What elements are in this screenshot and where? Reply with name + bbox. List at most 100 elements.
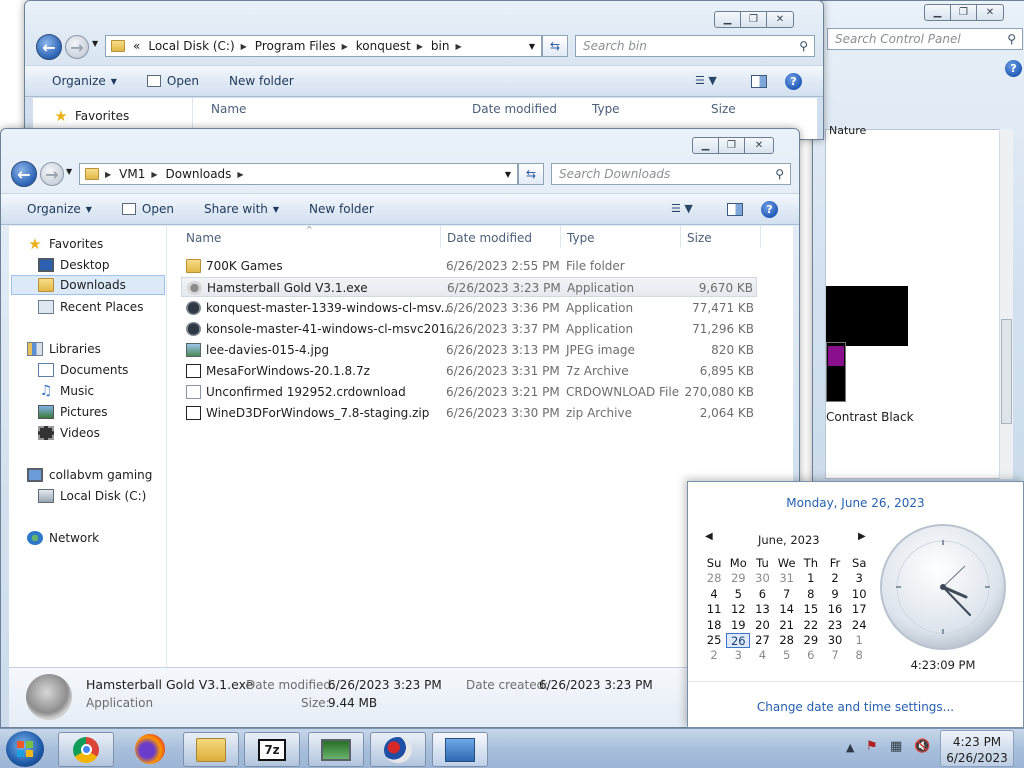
explorer-taskbar-button[interactable]	[183, 732, 239, 767]
breadcrumb-bin[interactable]: bin	[431, 39, 450, 53]
calendar-day[interactable]: 8	[847, 648, 871, 663]
calendar-day[interactable]: 7	[823, 648, 847, 663]
calendar-day[interactable]: 10	[847, 587, 871, 602]
column-header-name[interactable]: Name	[211, 102, 246, 116]
calendar-day[interactable]: 6	[799, 648, 823, 663]
column-header-size[interactable]: Size	[711, 102, 736, 116]
calendar-day[interactable]: 19	[726, 618, 750, 633]
month-year-title[interactable]: June, 2023	[758, 533, 820, 547]
action-center-flag-icon[interactable]: ⚑	[866, 739, 878, 754]
calendar-day[interactable]: 14	[775, 602, 799, 617]
chevron-right-icon[interactable]: ▶	[105, 170, 111, 179]
help-icon[interactable]: ?	[761, 201, 778, 218]
calendar-day[interactable]: 3	[847, 571, 871, 586]
control-panel-search-input[interactable]: Search Control Panel ⚲	[827, 28, 1023, 50]
open-button[interactable]: Open	[146, 74, 199, 88]
chrome-taskbar-button[interactable]	[58, 732, 114, 767]
breadcrumb-program-files[interactable]: Program Files	[255, 39, 336, 53]
calendar-day[interactable]: 17	[847, 602, 871, 617]
close-button[interactable]: ✕	[766, 11, 794, 28]
search-input[interactable]: Search bin ⚲	[575, 35, 815, 57]
nav-local-disk[interactable]: Local Disk (C:)	[38, 486, 146, 506]
view-options-icon[interactable]: ☰ ▼	[671, 202, 693, 215]
7zip-taskbar-button[interactable]: 7z	[244, 732, 300, 767]
organize-button[interactable]: Organize ▼	[52, 74, 117, 88]
calendar-day[interactable]: 31	[775, 571, 799, 586]
back-button[interactable]: ←	[11, 161, 37, 187]
calendar-day[interactable]: 9	[823, 587, 847, 602]
calendar-day[interactable]: 1	[847, 633, 871, 648]
calendar-day[interactable]: 4	[702, 587, 726, 602]
calendar-day[interactable]: 26	[726, 632, 751, 649]
nav-music[interactable]: ♫ Music	[38, 381, 94, 401]
close-button[interactable]: ✕	[976, 4, 1004, 21]
calendar-day[interactable]: 21	[775, 618, 799, 633]
nav-pictures[interactable]: Pictures	[38, 402, 108, 422]
calendar-day[interactable]: 12	[726, 602, 750, 617]
close-button[interactable]: ✕	[744, 137, 774, 154]
paint-app-taskbar-button[interactable]	[370, 732, 426, 767]
back-button[interactable]: ←	[36, 34, 62, 60]
calendar-day[interactable]: 18	[702, 618, 726, 633]
column-header-size[interactable]: Size	[687, 231, 712, 245]
file-row[interactable]: konsole-master-41-windows-cl-msvc201... 6…	[181, 319, 757, 339]
breadcrumb-konquest[interactable]: konquest	[356, 39, 411, 53]
maximize-button[interactable]: ❐	[718, 137, 745, 154]
network-status-icon[interactable]: ▦	[890, 739, 902, 754]
preview-pane-icon[interactable]	[727, 203, 743, 216]
nav-recent-places[interactable]: Recent Places	[38, 297, 143, 317]
calendar-day[interactable]: 20	[750, 618, 774, 633]
calendar-day[interactable]: 2	[702, 648, 726, 663]
nav-desktop[interactable]: Desktop	[38, 255, 110, 275]
calendar-day[interactable]: 5	[726, 587, 750, 602]
nav-favorites[interactable]: ★ Favorites	[53, 106, 129, 126]
volume-muted-icon[interactable]: 🔇	[914, 739, 930, 754]
calendar-day[interactable]: 6	[750, 587, 774, 602]
minimize-button[interactable]: ▁	[924, 4, 951, 21]
help-icon[interactable]: ?	[1005, 60, 1022, 77]
column-header-date[interactable]: Date modified	[447, 231, 532, 245]
column-header-type[interactable]: Type	[592, 102, 620, 116]
previous-month-icon[interactable]: ◀	[705, 531, 713, 542]
refresh-icon[interactable]: ⇆	[542, 35, 568, 57]
calendar-day[interactable]: 22	[799, 618, 823, 633]
address-dropdown-icon[interactable]: ▼	[505, 170, 511, 179]
firefox-icon[interactable]	[135, 734, 165, 764]
calendar-day[interactable]: 23	[823, 618, 847, 633]
column-header-type[interactable]: Type	[567, 231, 595, 245]
calendar-day[interactable]: 25	[702, 633, 726, 648]
calendar-day[interactable]: 28	[702, 571, 726, 586]
calendar-day[interactable]: 2	[823, 571, 847, 586]
column-header-name[interactable]: Name	[186, 231, 221, 245]
calendar-day[interactable]: 7	[775, 587, 799, 602]
calendar-day[interactable]: 30	[750, 571, 774, 586]
nav-libraries[interactable]: Libraries	[27, 339, 101, 359]
calendar-day[interactable]: 28	[775, 633, 799, 648]
recent-pages-chevron-icon[interactable]: ▼	[92, 39, 98, 48]
maximize-button[interactable]: ❐	[740, 11, 767, 28]
calendar-day[interactable]: 29	[799, 633, 823, 648]
file-row[interactable]: konquest-master-1339-windows-cl-msv... 6/…	[181, 298, 757, 318]
calendar-day[interactable]: 5	[775, 648, 799, 663]
recent-pages-chevron-icon[interactable]: ▼	[66, 167, 72, 176]
breadcrumb-downloads[interactable]: Downloads	[166, 167, 232, 181]
help-icon[interactable]: ?	[785, 73, 802, 90]
forward-button[interactable]: →	[40, 162, 64, 186]
calendar-day[interactable]: 29	[726, 571, 750, 586]
address-bar[interactable]: « Local Disk (C:) ▶ Program Files ▶ konq…	[105, 35, 542, 57]
calendar-day[interactable]: 11	[702, 602, 726, 617]
show-hidden-icons-icon[interactable]: ▲	[846, 741, 854, 754]
nav-network[interactable]: Network	[27, 528, 99, 548]
calendar-day[interactable]: 15	[799, 602, 823, 617]
maximize-button[interactable]: ❐	[950, 4, 977, 21]
address-dropdown-icon[interactable]: ▼	[529, 42, 535, 51]
file-row[interactable]: lee-davies-015-4.jpg 6/26/2023 3:13 PM JPE…	[181, 340, 757, 360]
calendar-day[interactable]: 1	[799, 571, 823, 586]
minimize-button[interactable]: ▁	[714, 11, 741, 28]
file-row[interactable]: Unconfirmed 192952.crdownload 6/26/2023 3…	[181, 382, 757, 402]
nav-computer[interactable]: collabvm gaming	[27, 465, 152, 485]
nav-videos[interactable]: Videos	[38, 423, 100, 443]
search-input[interactable]: Search Downloads ⚲	[551, 163, 791, 185]
new-folder-button[interactable]: New folder	[229, 74, 294, 88]
forward-button[interactable]: →	[65, 35, 89, 59]
